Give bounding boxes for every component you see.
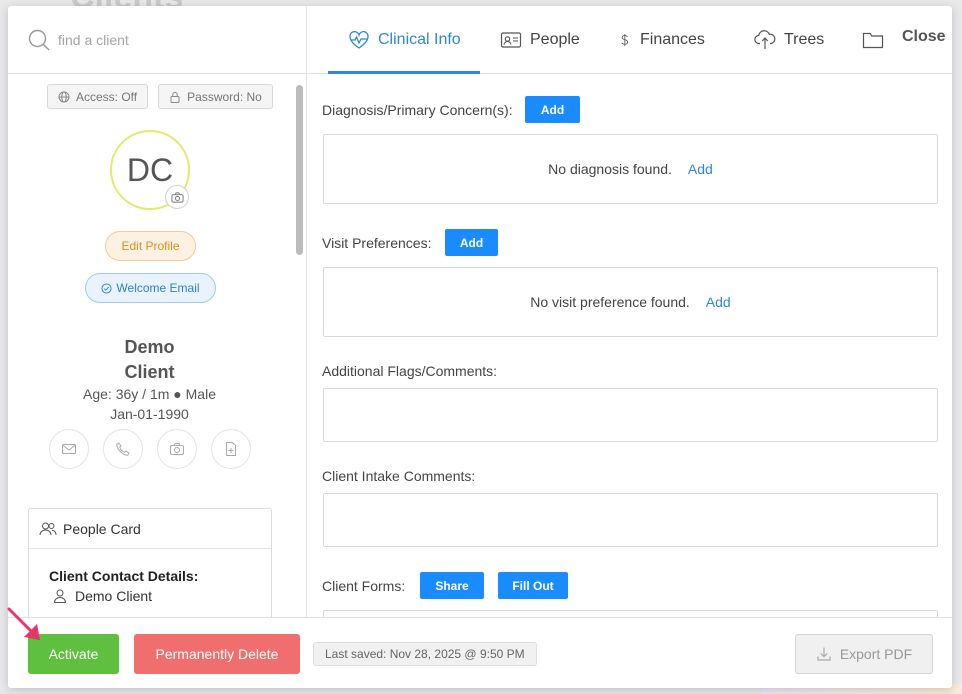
welcome-email-label: Welcome Email — [116, 281, 200, 295]
documents-button[interactable] — [211, 429, 251, 469]
visit-empty-text: No visit preference found. — [530, 294, 690, 310]
tab-label: Clinical Info — [378, 31, 461, 48]
edit-profile-button[interactable]: Edit Profile — [105, 231, 196, 261]
flags-comments-label: Additional Flags/Comments: — [322, 363, 498, 379]
client-first-name: Demo — [124, 337, 175, 357]
client-sidebar: Access: Off Password: No DC E — [8, 6, 307, 617]
last-saved-badge: Last saved: Nov 28, 2025 @ 9:50 PM — [313, 642, 537, 666]
add-diagnosis-link[interactable]: Add — [688, 161, 713, 177]
client-search-input[interactable] — [58, 31, 258, 48]
contact-actions — [49, 429, 251, 469]
call-client-button[interactable] — [103, 429, 143, 469]
intake-comments-label: Client Intake Comments: — [322, 468, 476, 484]
sidebar-scrollbar[interactable] — [296, 85, 303, 255]
diagnosis-empty-text: No diagnosis found. — [548, 161, 672, 177]
camera-icon — [170, 191, 184, 203]
clinical-info-panel: Diagnosis/Primary Concern(s): Add No dia… — [308, 75, 952, 617]
diagnosis-label: Diagnosis/Primary Concern(s): — [322, 102, 513, 118]
tab-trees[interactable]: Trees — [754, 6, 824, 74]
document-icon — [226, 442, 236, 456]
access-status-label: Access: Off — [76, 89, 138, 104]
mail-icon — [62, 444, 76, 454]
tab-label: Finances — [640, 31, 705, 48]
client-profile-panel: Access: Off Password: No DC Edit Profile… — [8, 75, 306, 617]
export-pdf-label: Export PDF — [839, 646, 913, 662]
download-icon — [817, 647, 831, 661]
close-area: Close — [862, 6, 946, 74]
client-search-bar — [8, 6, 306, 74]
email-client-button[interactable] — [49, 429, 89, 469]
diagnosis-box: No diagnosis found. Add — [323, 134, 938, 204]
add-visit-preference-button[interactable]: Add — [445, 229, 498, 256]
contact-row: Demo Client — [53, 588, 271, 604]
close-button[interactable]: Close — [902, 28, 946, 46]
contact-details-heading: Client Contact Details: — [49, 568, 199, 584]
client-age-gender: Age: 36y / 1m ● Male — [83, 386, 216, 402]
welcome-email-button[interactable]: Welcome Email — [85, 273, 216, 303]
check-circle-icon — [101, 282, 112, 294]
search-icon — [28, 29, 50, 50]
camera-icon — [170, 443, 184, 455]
people-card-title: People Card — [63, 520, 141, 537]
tab-finances[interactable]: Finances — [618, 6, 705, 74]
visit-preferences-label: Visit Preferences: — [322, 235, 432, 251]
portal-status-pills: Access: Off Password: No — [47, 84, 273, 109]
export-pdf-button[interactable]: Export PDF — [795, 634, 933, 674]
tab-people[interactable]: People — [500, 6, 580, 74]
tab-label: People — [530, 31, 580, 48]
cloud-tree-icon — [754, 30, 776, 49]
heart-pulse-icon — [349, 31, 369, 49]
photos-button[interactable] — [157, 429, 197, 469]
client-forms-box — [323, 610, 938, 617]
active-tab-indicator — [328, 71, 480, 74]
tab-label: Trees — [784, 31, 825, 48]
client-forms-label: Client Forms: — [322, 578, 406, 594]
password-status-badge[interactable]: Password: No — [158, 84, 273, 109]
modal-footer: Activate Permanently Delete Last saved: … — [8, 617, 952, 688]
client-modal: Access: Off Password: No DC E — [8, 6, 952, 688]
users-icon — [39, 522, 57, 535]
tab-clinical-info[interactable]: Clinical Info — [348, 6, 461, 74]
contact-name: Demo Client — [75, 588, 153, 604]
globe-icon — [58, 91, 70, 102]
client-dob: Jan-01-1990 — [110, 406, 189, 422]
add-diagnosis-button[interactable]: Add — [525, 96, 580, 123]
flags-comments-field[interactable] — [323, 388, 938, 442]
password-status-label: Password: No — [187, 89, 262, 104]
people-card: People Card Client Contact Details: Demo… — [28, 508, 272, 617]
folder-icon[interactable] — [862, 31, 884, 49]
id-card-icon — [500, 32, 522, 48]
user-icon — [53, 589, 67, 603]
change-photo-button[interactable] — [165, 185, 189, 209]
add-visit-preference-link[interactable]: Add — [706, 294, 731, 310]
people-card-header[interactable]: People Card — [29, 509, 271, 549]
lock-icon — [170, 91, 180, 103]
fill-out-forms-button[interactable]: Fill Out — [498, 572, 568, 599]
intake-comments-field[interactable] — [323, 493, 938, 547]
visit-preferences-box: No visit preference found. Add — [323, 267, 938, 337]
phone-icon — [116, 442, 130, 456]
client-last-name: Client — [124, 362, 175, 382]
permanently-delete-button[interactable]: Permanently Delete — [134, 634, 300, 674]
access-status-badge[interactable]: Access: Off — [47, 84, 149, 109]
share-forms-button[interactable]: Share — [420, 572, 484, 599]
dollar-icon — [621, 33, 629, 47]
client-tabs: Clinical Info People Finances Trees Clos… — [308, 6, 952, 74]
annotation-arrow-icon — [7, 607, 40, 640]
